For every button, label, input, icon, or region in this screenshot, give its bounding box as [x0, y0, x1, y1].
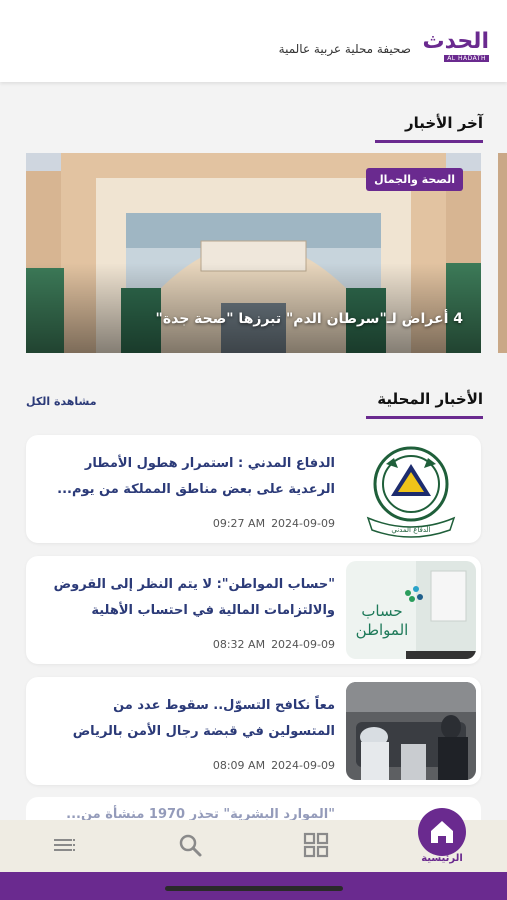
- latest-news-underline: [375, 140, 483, 143]
- home-icon: [431, 821, 453, 843]
- news-date: 2024-09-09: [271, 638, 335, 651]
- see-all-link[interactable]: مشاهدة الكل: [26, 395, 97, 408]
- news-time: 08:32 AM: [212, 638, 266, 651]
- local-news-underline: [366, 416, 483, 419]
- app-header: الحدث AL HADATH صحيفة محلية عربية عالمية: [0, 0, 507, 82]
- home-button[interactable]: [418, 808, 466, 856]
- hero-headline[interactable]: 4 أعراض لـ"سرطان الدم" تبرزها "صحة جدة": [156, 311, 463, 327]
- police-photo-thumb: [346, 682, 476, 780]
- home-label: الرئيسية: [421, 853, 463, 864]
- menu-icon[interactable]: [52, 832, 78, 862]
- news-timestamp: 08:09 AM 2024-09-09: [207, 759, 335, 772]
- svg-text:الدفاع المدني: الدفاع المدني: [391, 526, 430, 534]
- news-card[interactable]: الدفاع المدني الدفاع المدني : استمرار هط…: [26, 435, 481, 543]
- civil-defense-logo-thumb: الدفاع المدني: [346, 440, 476, 538]
- news-headline[interactable]: معاً نكافح التسوّل.. سقوط عدد من المتسول…: [45, 693, 335, 745]
- news-time: 08:09 AM: [212, 759, 266, 772]
- news-card[interactable]: معاً نكافح التسوّل.. سقوط عدد من المتسول…: [26, 677, 481, 785]
- news-date: 2024-09-09: [271, 759, 335, 772]
- news-headline[interactable]: الدفاع المدني : استمرار هطول الأمطار الر…: [45, 451, 335, 503]
- latest-news-title: آخر الأخبار: [404, 114, 483, 132]
- news-timestamp: 09:27 AM 2024-09-09: [207, 517, 335, 530]
- news-timestamp: 08:32 AM 2024-09-09: [207, 638, 335, 651]
- home-indicator: [165, 886, 343, 891]
- news-headline[interactable]: "حساب المواطن": لا يتم النظر إلى القروض …: [45, 572, 335, 624]
- grid-icon[interactable]: [303, 832, 329, 862]
- news-card[interactable]: حساب المواطن "حساب المواطن": لا يتم النظ…: [26, 556, 481, 664]
- hero-category-badge[interactable]: الصحة والجمال: [366, 168, 463, 191]
- svg-text:حساب: حساب: [361, 602, 402, 620]
- hero-news-card[interactable]: الصحة والجمال 4 أعراض لـ"سرطان الدم" تبر…: [26, 153, 481, 353]
- hero-next-peek[interactable]: [498, 153, 507, 353]
- logo[interactable]: الحدث AL HADATH: [417, 29, 489, 64]
- svg-text:المواطن: المواطن: [356, 621, 409, 639]
- news-time: 09:27 AM: [212, 517, 266, 530]
- logo-wordmark: الحدث: [422, 29, 489, 54]
- citizen-account-thumb: حساب المواطن: [346, 561, 476, 659]
- news-date: 2024-09-09: [271, 517, 335, 530]
- local-news-title: الأخبار المحلية: [377, 390, 483, 408]
- tagline: صحيفة محلية عربية عالمية: [278, 42, 411, 56]
- search-icon[interactable]: [177, 832, 203, 862]
- logo-subtext: AL HADATH: [444, 55, 489, 62]
